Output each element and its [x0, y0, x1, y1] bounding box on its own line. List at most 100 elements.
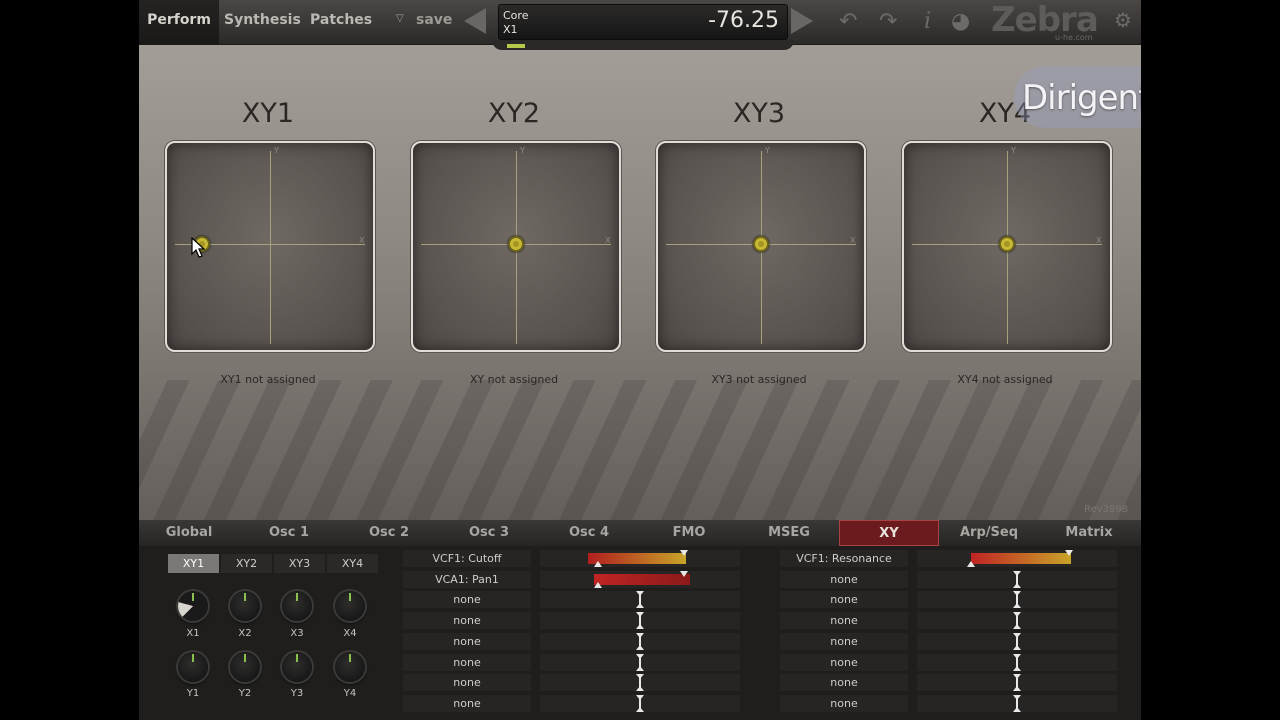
section-tab-osc-3[interactable]: Osc 3 [439, 520, 539, 546]
xy-pad-handle[interactable] [999, 236, 1015, 252]
modulation-amount-slider[interactable] [917, 694, 1117, 712]
section-tab-mseg[interactable]: MSEG [739, 520, 839, 546]
x-axis-label: X [1096, 236, 1102, 245]
dial-x1[interactable] [178, 591, 208, 621]
modulation-amount-slider[interactable] [917, 570, 1117, 588]
modulation-target[interactable]: none [403, 674, 531, 692]
top-marker-icon [1013, 570, 1021, 576]
section-tab-xy[interactable]: XY [839, 520, 939, 546]
modulation-amount-slider[interactable] [917, 550, 1117, 567]
bottom-marker-icon [1013, 665, 1021, 671]
tab-patches[interactable]: Patches [310, 0, 372, 44]
xy-pad-title: XY3 [732, 98, 786, 129]
gear-icon[interactable]: ⚙ [1114, 8, 1132, 32]
bottom-marker-icon [636, 603, 644, 609]
section-tab-osc-4[interactable]: Osc 4 [539, 520, 639, 546]
modulation-amount-slider[interactable] [540, 550, 740, 567]
xy-pad-handle[interactable] [753, 236, 769, 252]
section-tab-matrix[interactable]: Matrix [1039, 520, 1139, 546]
tab-synthesis[interactable]: Synthesis [224, 0, 301, 44]
max-marker-icon [1065, 550, 1073, 556]
header-bar: Perform Synthesis Patches ▽ save Core X1… [139, 0, 1141, 45]
modulation-amount-slider[interactable] [917, 674, 1117, 692]
top-marker-icon [636, 674, 644, 680]
modulation-amount-slider[interactable] [917, 632, 1117, 650]
previous-preset-icon[interactable] [464, 8, 486, 34]
tab-perform[interactable]: Perform [139, 0, 219, 44]
modulation-target[interactable]: none [403, 694, 531, 712]
bottom-marker-icon [1013, 603, 1021, 609]
modulation-target[interactable]: none [780, 570, 908, 588]
dial-label: X1 [186, 628, 200, 639]
xy-select-button-4[interactable]: XY4 [327, 554, 378, 573]
x-axis-label: X [850, 236, 856, 245]
modulation-amount-slider[interactable] [540, 674, 740, 692]
dial-label: Y2 [238, 688, 252, 699]
modulation-amount-slider[interactable] [540, 632, 740, 650]
background-stripes [139, 380, 1141, 520]
amount-fill [971, 553, 1071, 564]
top-marker-icon [636, 694, 644, 700]
top-marker-icon [1013, 694, 1021, 700]
save-button[interactable]: save [416, 12, 452, 28]
section-tab-fmo[interactable]: FMO [639, 520, 739, 546]
save-dropdown-icon[interactable]: ▽ [396, 13, 404, 24]
y-axis-label: Y [765, 146, 770, 155]
undo-icon[interactable]: ↶ [839, 9, 857, 34]
modulation-target[interactable]: none [780, 653, 908, 671]
xy-select-button-3[interactable]: XY3 [274, 554, 325, 573]
modulation-target[interactable]: none [403, 591, 531, 609]
modulation-target[interactable]: none [403, 632, 531, 650]
xy-select-button-2[interactable]: XY2 [221, 554, 272, 573]
dial-y4[interactable] [335, 652, 365, 682]
modulation-amount-slider[interactable] [917, 591, 1117, 609]
modulation-amount-slider[interactable] [540, 694, 740, 712]
eye-icon[interactable]: ◕ [951, 9, 970, 34]
section-tab-osc-2[interactable]: Osc 2 [339, 520, 439, 546]
xy-pad-3[interactable]: YX [656, 141, 866, 352]
logo-subtitle: u-he.com [1055, 33, 1093, 42]
mouse-cursor-icon [191, 237, 205, 258]
redo-icon[interactable]: ↷ [879, 9, 897, 34]
modulation-target[interactable]: none [780, 694, 908, 712]
parameter-display: Core X1 -76.25 [498, 4, 788, 40]
dial-y3[interactable] [282, 652, 312, 682]
info-icon[interactable]: i [924, 9, 931, 34]
y-axis-label: Y [1011, 146, 1016, 155]
modulation-amount-slider[interactable] [540, 570, 740, 588]
amount-fill [594, 573, 690, 585]
modulation-target[interactable]: none [780, 612, 908, 630]
min-marker-icon [594, 561, 602, 567]
modulation-target[interactable]: VCA1: Pan1 [403, 570, 531, 588]
xy-pad-title: XY1 [241, 98, 295, 129]
modulation-target[interactable]: none [403, 612, 531, 630]
dial-y1[interactable] [178, 652, 208, 682]
section-tab-osc-1[interactable]: Osc 1 [239, 520, 339, 546]
next-preset-icon[interactable] [791, 8, 813, 34]
modulation-amount-slider[interactable] [917, 653, 1117, 671]
modulation-target[interactable]: none [403, 653, 531, 671]
modulation-amount-slider[interactable] [917, 612, 1117, 630]
dial-x2[interactable] [230, 591, 260, 621]
modulation-target[interactable]: none [780, 632, 908, 650]
modulation-target[interactable]: VCF1: Resonance [780, 550, 908, 567]
modulation-target[interactable]: none [780, 674, 908, 692]
modulation-amount-slider[interactable] [540, 612, 740, 630]
modulation-target[interactable]: VCF1: Cutoff [403, 550, 531, 567]
x-axis-label: X [359, 236, 365, 245]
modulation-amount-slider[interactable] [540, 653, 740, 671]
dial-label: X3 [290, 628, 304, 639]
xy-pad-handle[interactable] [508, 236, 524, 252]
section-tab-global[interactable]: Global [139, 520, 239, 546]
modulation-amount-slider[interactable] [540, 591, 740, 609]
display-line-2: X1 [503, 23, 518, 36]
dial-x3[interactable] [282, 591, 312, 621]
section-tab-arp-seq[interactable]: Arp/Seq [939, 520, 1039, 546]
dial-y2[interactable] [230, 652, 260, 682]
xy-pad-4[interactable]: YX [902, 141, 1112, 352]
xy-select-button-1[interactable]: XY1 [168, 554, 219, 573]
dial-x4[interactable] [335, 591, 365, 621]
modulation-target[interactable]: none [780, 591, 908, 609]
bottom-marker-icon [636, 624, 644, 630]
xy-pad-2[interactable]: YX [411, 141, 621, 352]
